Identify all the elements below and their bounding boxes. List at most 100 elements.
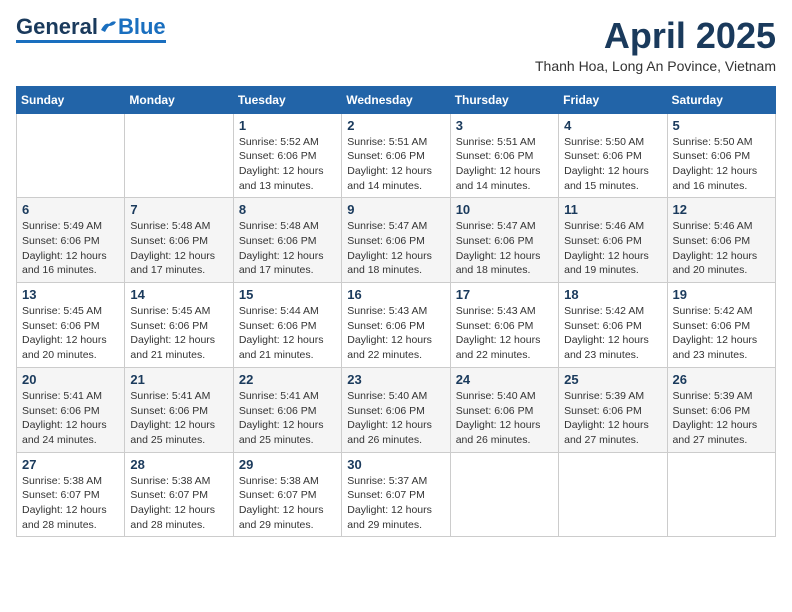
logo-blue: Blue (118, 16, 166, 38)
day-number: 30 (347, 457, 444, 472)
day-info: Sunrise: 5:40 AMSunset: 6:06 PMDaylight:… (456, 389, 553, 448)
calendar-cell: 1 Sunrise: 5:52 AMSunset: 6:06 PMDaylight… (233, 113, 341, 198)
day-info: Sunrise: 5:43 AMSunset: 6:06 PMDaylight:… (347, 304, 444, 363)
day-info: Sunrise: 5:50 AMSunset: 6:06 PMDaylight:… (673, 135, 770, 194)
day-info: Sunrise: 5:47 AMSunset: 6:06 PMDaylight:… (347, 219, 444, 278)
calendar-cell: 19Sunrise: 5:42 AMSunset: 6:06 PMDayligh… (667, 283, 775, 368)
calendar-cell: 6 Sunrise: 5:49 AMSunset: 6:06 PMDaylight… (17, 198, 125, 283)
logo-underline (16, 40, 166, 43)
calendar-cell: 28Sunrise: 5:38 AMSunset: 6:07 PMDayligh… (125, 452, 233, 537)
day-number: 15 (239, 287, 336, 302)
calendar-cell: 17 Sunrise: 5:43 AMSunset: 6:06 PMDayligh… (450, 283, 558, 368)
day-number: 22 (239, 372, 336, 387)
day-info: Sunrise: 5:52 AMSunset: 6:06 PMDaylight:… (239, 135, 336, 194)
day-info: Sunrise: 5:42 AMSunset: 6:06 PMDaylight:… (564, 304, 661, 363)
calendar-week-1: 1 Sunrise: 5:52 AMSunset: 6:06 PMDaylight… (17, 113, 776, 198)
day-info: Sunrise: 5:39 AMSunset: 6:06 PMDaylight:… (564, 389, 661, 448)
day-number: 28 (130, 457, 227, 472)
calendar-cell: 14 Sunrise: 5:45 AMSunset: 6:06 PMDayligh… (125, 283, 233, 368)
day-number: 24 (456, 372, 553, 387)
calendar-cell: 4 Sunrise: 5:50 AMSunset: 6:06 PMDaylight… (559, 113, 667, 198)
calendar-table: SundayMondayTuesdayWednesdayThursdayFrid… (16, 86, 776, 538)
calendar-cell: 26 Sunrise: 5:39 AMSunset: 6:06 PMDayligh… (667, 367, 775, 452)
calendar-cell (450, 452, 558, 537)
calendar-cell: 27Sunrise: 5:38 AMSunset: 6:07 PMDayligh… (17, 452, 125, 537)
calendar-cell: 13 Sunrise: 5:45 AMSunset: 6:06 PMDayligh… (17, 283, 125, 368)
calendar-header-saturday: Saturday (667, 86, 775, 113)
calendar-cell: 12 Sunrise: 5:46 AMSunset: 6:06 PMDayligh… (667, 198, 775, 283)
calendar-cell: 25 Sunrise: 5:39 AMSunset: 6:06 PMDayligh… (559, 367, 667, 452)
calendar-cell: 24 Sunrise: 5:40 AMSunset: 6:06 PMDayligh… (450, 367, 558, 452)
calendar-cell: 16 Sunrise: 5:43 AMSunset: 6:06 PMDayligh… (342, 283, 450, 368)
calendar-cell: 2 Sunrise: 5:51 AMSunset: 6:06 PMDaylight… (342, 113, 450, 198)
calendar-cell: 30 Sunrise: 5:37 AMSunset: 6:07 PMDayligh… (342, 452, 450, 537)
day-number: 17 (456, 287, 553, 302)
day-info: Sunrise: 5:51 AMSunset: 6:06 PMDaylight:… (456, 135, 553, 194)
day-number: 6 (22, 202, 119, 217)
calendar-cell: 7 Sunrise: 5:48 AMSunset: 6:06 PMDaylight… (125, 198, 233, 283)
calendar-cell: 21Sunrise: 5:41 AMSunset: 6:06 PMDayligh… (125, 367, 233, 452)
calendar-cell: 10 Sunrise: 5:47 AMSunset: 6:06 PMDayligh… (450, 198, 558, 283)
page-header: General Blue April 2025 Thanh Hoa, Long … (16, 16, 776, 74)
day-info: Sunrise: 5:51 AMSunset: 6:06 PMDaylight:… (347, 135, 444, 194)
day-number: 23 (347, 372, 444, 387)
calendar-cell (17, 113, 125, 198)
day-number: 13 (22, 287, 119, 302)
calendar-header-tuesday: Tuesday (233, 86, 341, 113)
day-info: Sunrise: 5:50 AMSunset: 6:06 PMDaylight:… (564, 135, 661, 194)
day-info: Sunrise: 5:45 AMSunset: 6:06 PMDaylight:… (130, 304, 227, 363)
day-number: 7 (130, 202, 227, 217)
day-number: 18 (564, 287, 661, 302)
day-info: Sunrise: 5:48 AMSunset: 6:06 PMDaylight:… (130, 219, 227, 278)
day-number: 4 (564, 118, 661, 133)
day-info: Sunrise: 5:47 AMSunset: 6:06 PMDaylight:… (456, 219, 553, 278)
day-info: Sunrise: 5:38 AMSunset: 6:07 PMDaylight:… (239, 474, 336, 533)
day-info: Sunrise: 5:48 AMSunset: 6:06 PMDaylight:… (239, 219, 336, 278)
calendar-week-2: 6 Sunrise: 5:49 AMSunset: 6:06 PMDaylight… (17, 198, 776, 283)
day-info: Sunrise: 5:42 AMSunset: 6:06 PMDaylight:… (673, 304, 770, 363)
page-title: April 2025 (535, 16, 776, 56)
day-number: 2 (347, 118, 444, 133)
calendar-header-row: SundayMondayTuesdayWednesdayThursdayFrid… (17, 86, 776, 113)
day-info: Sunrise: 5:38 AMSunset: 6:07 PMDaylight:… (22, 474, 119, 533)
calendar-cell: 29Sunrise: 5:38 AMSunset: 6:07 PMDayligh… (233, 452, 341, 537)
title-block: April 2025 Thanh Hoa, Long An Povince, V… (535, 16, 776, 74)
day-info: Sunrise: 5:43 AMSunset: 6:06 PMDaylight:… (456, 304, 553, 363)
calendar-cell: 15 Sunrise: 5:44 AMSunset: 6:06 PMDayligh… (233, 283, 341, 368)
day-number: 9 (347, 202, 444, 217)
calendar-cell: 11 Sunrise: 5:46 AMSunset: 6:06 PMDayligh… (559, 198, 667, 283)
day-info: Sunrise: 5:49 AMSunset: 6:06 PMDaylight:… (22, 219, 119, 278)
day-number: 21 (130, 372, 227, 387)
day-info: Sunrise: 5:46 AMSunset: 6:06 PMDaylight:… (673, 219, 770, 278)
calendar-cell: 23 Sunrise: 5:40 AMSunset: 6:06 PMDayligh… (342, 367, 450, 452)
day-info: Sunrise: 5:41 AMSunset: 6:06 PMDaylight:… (22, 389, 119, 448)
calendar-cell (667, 452, 775, 537)
day-info: Sunrise: 5:40 AMSunset: 6:06 PMDaylight:… (347, 389, 444, 448)
day-number: 10 (456, 202, 553, 217)
calendar-cell: 5 Sunrise: 5:50 AMSunset: 6:06 PMDaylight… (667, 113, 775, 198)
day-number: 3 (456, 118, 553, 133)
day-number: 26 (673, 372, 770, 387)
calendar-cell (125, 113, 233, 198)
day-number: 25 (564, 372, 661, 387)
calendar-header-monday: Monday (125, 86, 233, 113)
day-number: 11 (564, 202, 661, 217)
day-info: Sunrise: 5:44 AMSunset: 6:06 PMDaylight:… (239, 304, 336, 363)
day-number: 20 (22, 372, 119, 387)
day-info: Sunrise: 5:37 AMSunset: 6:07 PMDaylight:… (347, 474, 444, 533)
logo-general: General (16, 16, 98, 38)
logo: General Blue (16, 16, 166, 43)
day-info: Sunrise: 5:45 AMSunset: 6:06 PMDaylight:… (22, 304, 119, 363)
day-number: 12 (673, 202, 770, 217)
calendar-week-4: 20 Sunrise: 5:41 AMSunset: 6:06 PMDayligh… (17, 367, 776, 452)
day-info: Sunrise: 5:41 AMSunset: 6:06 PMDaylight:… (239, 389, 336, 448)
day-number: 1 (239, 118, 336, 133)
calendar-week-3: 13 Sunrise: 5:45 AMSunset: 6:06 PMDayligh… (17, 283, 776, 368)
day-number: 14 (130, 287, 227, 302)
day-info: Sunrise: 5:39 AMSunset: 6:06 PMDaylight:… (673, 389, 770, 448)
calendar-header-sunday: Sunday (17, 86, 125, 113)
page-subtitle: Thanh Hoa, Long An Povince, Vietnam (535, 58, 776, 74)
day-info: Sunrise: 5:46 AMSunset: 6:06 PMDaylight:… (564, 219, 661, 278)
day-number: 16 (347, 287, 444, 302)
day-number: 5 (673, 118, 770, 133)
